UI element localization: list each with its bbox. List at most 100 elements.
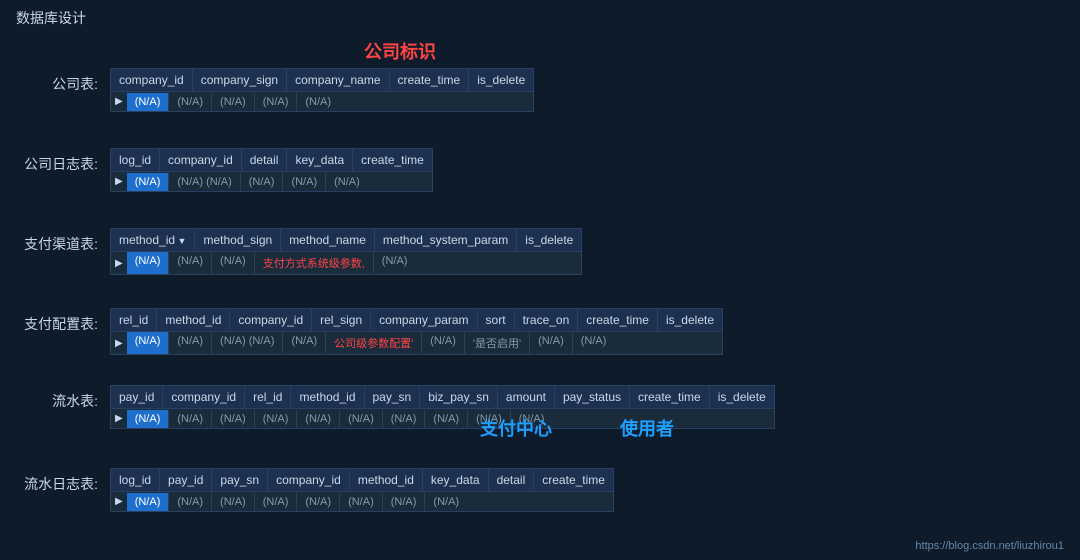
row-arrow-company: ▶ (111, 92, 127, 111)
cell-flow-1: (N/A) (169, 410, 212, 428)
col-header-method_system_param: method_system_param (375, 229, 517, 251)
flow-annotation-user: 使用者 (620, 415, 674, 441)
table-row: (N/A)(N/A)(N/A)(N/A)(N/A) (127, 93, 534, 111)
col-header-company_name: company_name (287, 69, 389, 91)
cell-flowlog-3: (N/A) (255, 493, 298, 511)
cell-flowlog-2: (N/A) (212, 493, 255, 511)
col-header-method_id: method_id (291, 386, 364, 408)
col-header-create_time: create_time (578, 309, 658, 331)
row-arrow-flowlog: ▶ (111, 492, 127, 511)
col-header-log_id: log_id (111, 469, 160, 491)
cell-config-0: (N/A) (127, 332, 170, 354)
section-label-flowlog: 流水日志表: (0, 468, 110, 494)
section-label-method: 支付渠道表: (0, 228, 110, 254)
cell-method-4: (N/A) (374, 252, 416, 274)
col-header-company_param: company_param (371, 309, 477, 331)
col-header-pay_status: pay_status (555, 386, 630, 408)
cell-config-5: (N/A) (422, 332, 465, 354)
cell-method-0: (N/A) (127, 252, 170, 274)
company-label: 公司标识 (300, 38, 500, 64)
table-config: rel_idmethod_idcompany_idrel_signcompany… (110, 308, 723, 355)
col-header-pay_sn: pay_sn (365, 386, 421, 408)
col-header-rel_id: rel_id (111, 309, 157, 331)
section-label-log: 公司日志表: (0, 148, 110, 174)
table-row: (N/A)(N/A)(N/A)(N/A)(N/A)(N/A)(N/A)(N/A) (127, 493, 613, 511)
cell-flow-2: (N/A) (212, 410, 255, 428)
cell-company-1: (N/A) (169, 93, 212, 111)
col-header-log_id: log_id (111, 149, 160, 171)
cell-company-4: (N/A) (297, 93, 339, 111)
cell-company-0: (N/A) (127, 93, 170, 111)
table-row: (N/A)(N/A)(N/A) (N/A)(N/A)公司级参数配置'(N/A)'… (127, 332, 722, 354)
col-header-method_id: method_id (350, 469, 423, 491)
col-header-rel_id: rel_id (245, 386, 291, 408)
col-header-trace_on: trace_on (515, 309, 579, 331)
cell-flow-6: (N/A) (383, 410, 426, 428)
table-row: (N/A)(N/A)(N/A)支付方式系统级参数,(N/A) (127, 252, 582, 274)
section-log: 公司日志表:log_idcompany_iddetailkey_datacrea… (0, 148, 1080, 192)
section-label-company: 公司表: (0, 68, 110, 94)
cell-method-3: 支付方式系统级参数, (255, 252, 374, 274)
cell-log-4: (N/A) (326, 173, 368, 191)
table-row: (N/A)(N/A)(N/A)(N/A)(N/A)(N/A)(N/A)(N/A)… (127, 410, 774, 428)
col-header-is_delete: is_delete (710, 386, 774, 408)
col-header-rel_sign: rel_sign (312, 309, 371, 331)
section-company: 公司表:company_idcompany_signcompany_namecr… (0, 68, 1080, 112)
cell-flowlog-6: (N/A) (383, 493, 426, 511)
cell-flow-5: (N/A) (340, 410, 383, 428)
row-arrow-flow: ▶ (111, 409, 127, 428)
cell-log-0: (N/A) (127, 173, 170, 191)
col-header-create_time: create_time (390, 69, 470, 91)
row-arrow-config: ▶ (111, 334, 127, 353)
table-log: log_idcompany_iddetailkey_datacreate_tim… (110, 148, 433, 192)
cell-config-4: 公司级参数配置' (326, 332, 422, 354)
row-arrow-method: ▶ (111, 254, 127, 273)
col-header-create_time: create_time (630, 386, 710, 408)
table-flow: pay_idcompany_idrel_idmethod_idpay_snbiz… (110, 385, 775, 429)
cell-log-1: (N/A) (N/A) (169, 173, 240, 191)
row-arrow-log: ▶ (111, 172, 127, 191)
col-header-is_delete: is_delete (517, 229, 581, 251)
cell-config-8: (N/A) (573, 332, 615, 354)
table-method: method_idmethod_signmethod_namemethod_sy… (110, 228, 582, 275)
section-method: 支付渠道表:method_idmethod_signmethod_namemet… (0, 228, 1080, 275)
col-header-is_delete: is_delete (469, 69, 533, 91)
cell-flow-7: (N/A) (425, 410, 468, 428)
col-header-company_id: company_id (111, 69, 193, 91)
cell-flowlog-0: (N/A) (127, 493, 170, 511)
cell-flowlog-4: (N/A) (297, 493, 340, 511)
col-header-biz_pay_sn: biz_pay_sn (420, 386, 498, 408)
col-header-method_sign: method_sign (195, 229, 281, 251)
table-company: company_idcompany_signcompany_namecreate… (110, 68, 534, 112)
section-config: 支付配置表:rel_idmethod_idcompany_idrel_signc… (0, 308, 1080, 355)
col-header-detail: detail (489, 469, 535, 491)
col-header-company_id: company_id (160, 149, 242, 171)
cell-flowlog-5: (N/A) (340, 493, 383, 511)
cell-config-2: (N/A) (N/A) (212, 332, 283, 354)
cell-config-7: (N/A) (530, 332, 573, 354)
cell-flowlog-7: (N/A) (425, 493, 467, 511)
table-row: (N/A)(N/A) (N/A)(N/A)(N/A)(N/A) (127, 173, 432, 191)
col-header-detail: detail (242, 149, 288, 171)
table-flowlog: log_idpay_idpay_sncompany_idmethod_idkey… (110, 468, 614, 512)
section-label-flow: 流水表: (0, 385, 110, 411)
cell-flow-0: (N/A) (127, 410, 170, 428)
col-header-amount: amount (498, 386, 555, 408)
col-header-company_id: company_id (230, 309, 312, 331)
cell-method-1: (N/A) (169, 252, 212, 274)
col-header-is_delete: is_delete (658, 309, 722, 331)
col-header-pay_id: pay_id (111, 386, 163, 408)
cell-config-6: '是否启用' (465, 332, 530, 354)
cell-log-2: (N/A) (241, 173, 284, 191)
col-header-key_data: key_data (287, 149, 353, 171)
cell-company-2: (N/A) (212, 93, 255, 111)
col-header-create_time: create_time (534, 469, 613, 491)
col-header-create_time: create_time (353, 149, 432, 171)
col-header-company_sign: company_sign (193, 69, 287, 91)
col-header-pay_id: pay_id (160, 469, 212, 491)
col-header-company_id: company_id (163, 386, 245, 408)
section-label-config: 支付配置表: (0, 308, 110, 334)
cell-flow-3: (N/A) (255, 410, 298, 428)
col-header-method_id: method_id (157, 309, 230, 331)
col-header-pay_sn: pay_sn (212, 469, 268, 491)
